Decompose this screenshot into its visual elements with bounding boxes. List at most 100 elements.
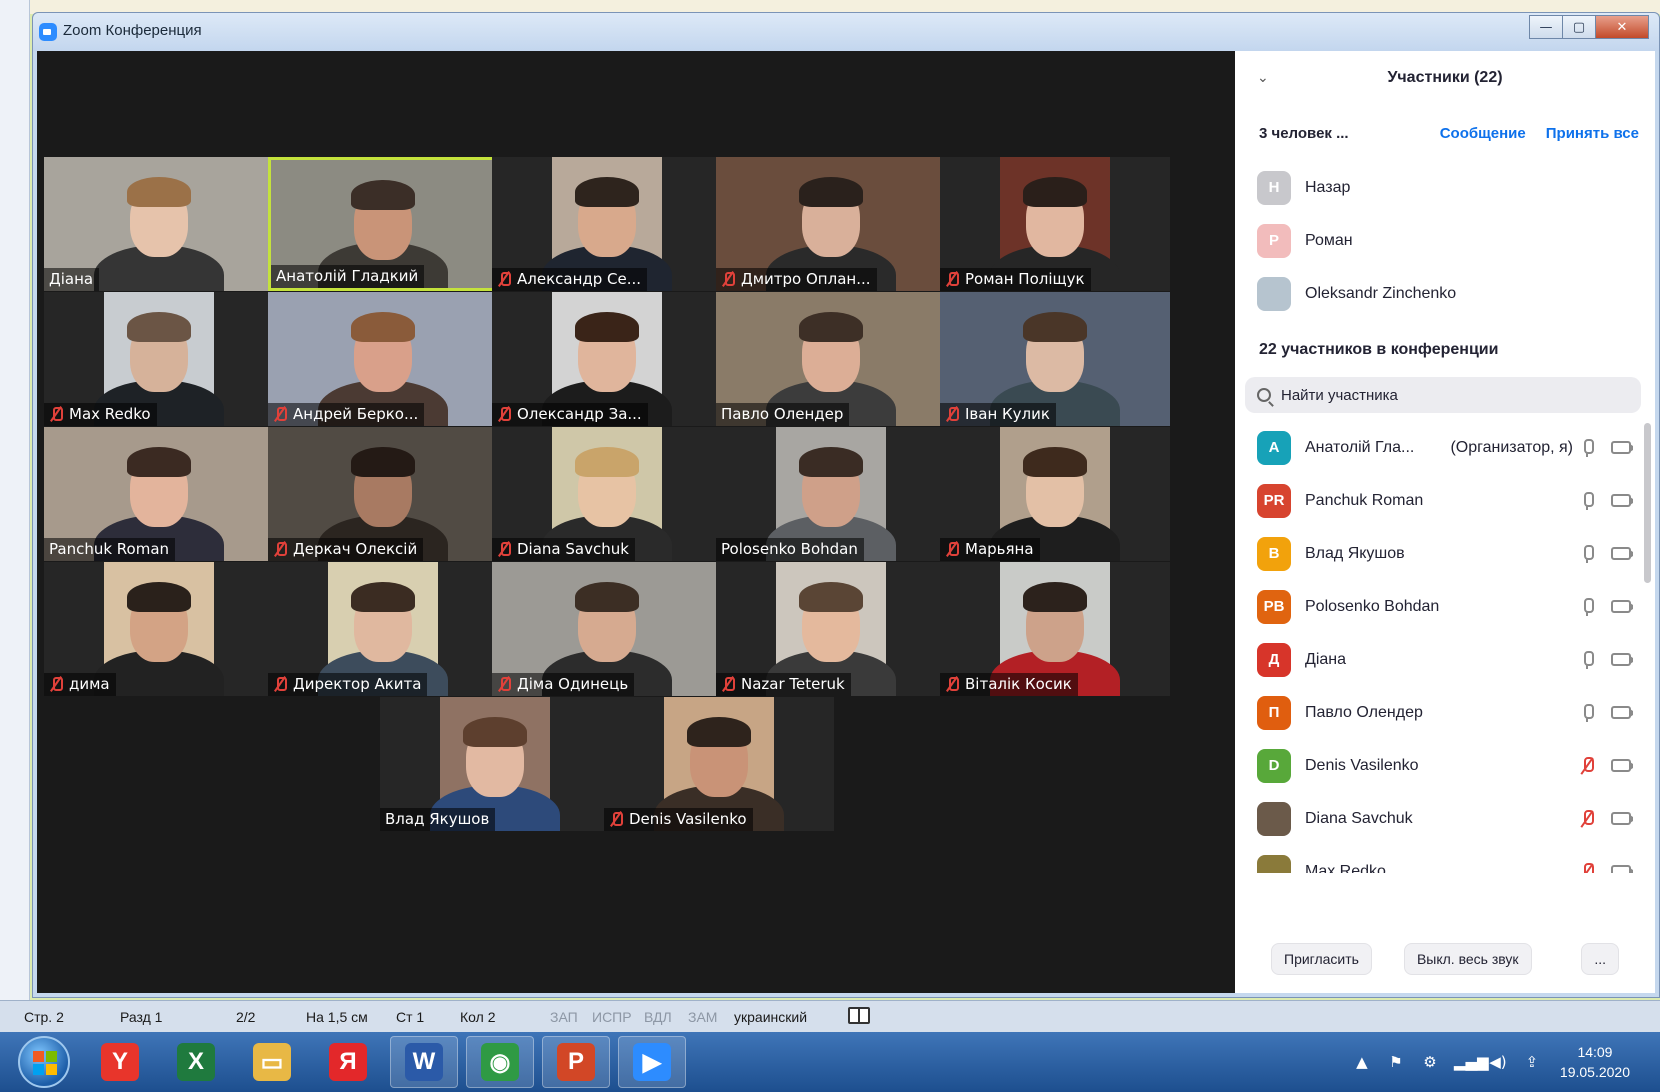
- camera-icon[interactable]: [1611, 547, 1633, 560]
- video-tile[interactable]: Іван Кулик: [940, 292, 1170, 426]
- admit-all-button[interactable]: Принять все: [1546, 125, 1639, 142]
- excel-taskbar-button[interactable]: X: [162, 1036, 230, 1088]
- camera-icon[interactable]: [1611, 706, 1633, 719]
- status-language[interactable]: украинский: [734, 1009, 807, 1025]
- video-tile[interactable]: Діма Одинець: [492, 562, 722, 696]
- waiting-row[interactable]: Oleksandr Zinchenko: [1257, 267, 1639, 320]
- muted-mic-icon[interactable]: [1581, 862, 1594, 873]
- person-hair: [351, 447, 415, 477]
- video-tile[interactable]: Denis Vasilenko: [604, 697, 834, 831]
- message-waiting-button[interactable]: Сообщение: [1440, 125, 1526, 142]
- video-tile[interactable]: Павло Олендер: [716, 292, 946, 426]
- video-tile[interactable]: Роман Поліщук: [940, 157, 1170, 291]
- video-tile[interactable]: Александр Се...: [492, 157, 722, 291]
- status-position[interactable]: На 1,5 см: [306, 1009, 368, 1025]
- mic-icon[interactable]: [1581, 438, 1594, 457]
- yandex-taskbar-button[interactable]: Я: [314, 1036, 382, 1088]
- participant-row[interactable]: Д Діана: [1257, 633, 1633, 686]
- background-word-window: [0, 0, 30, 1010]
- video-tile[interactable]: Анатолій Гладкий: [268, 157, 498, 291]
- mic-icon[interactable]: [1581, 544, 1594, 563]
- start-button[interactable]: [18, 1036, 70, 1088]
- status-extend[interactable]: ВДЛ: [644, 1009, 672, 1025]
- network-signal-icon[interactable]: ▂▄▆: [1454, 1053, 1489, 1071]
- mic-icon[interactable]: [1581, 597, 1594, 616]
- video-tile[interactable]: Директор Акита: [268, 562, 498, 696]
- search-icon: [1257, 388, 1271, 402]
- chrome-taskbar-button[interactable]: ◉: [466, 1036, 534, 1088]
- mic-icon[interactable]: [1581, 491, 1594, 510]
- search-participant-input[interactable]: Найти участника: [1245, 377, 1641, 413]
- waiting-row[interactable]: Р Роман: [1257, 214, 1639, 267]
- video-tile[interactable]: Віталік Косик: [940, 562, 1170, 696]
- video-tile[interactable]: Polosenko Bohdan: [716, 427, 946, 561]
- participant-row[interactable]: Diana Savchuk: [1257, 792, 1633, 845]
- status-overtype[interactable]: ЗАМ: [688, 1009, 717, 1025]
- language-icon[interactable]: ⇪: [1522, 1053, 1542, 1071]
- status-section[interactable]: Разд 1: [120, 1009, 162, 1025]
- status-page[interactable]: Стр. 2: [24, 1009, 64, 1025]
- device-icon[interactable]: ⚙: [1420, 1053, 1440, 1071]
- camera-icon[interactable]: [1611, 653, 1633, 666]
- video-tile[interactable]: Деркач Олексій: [268, 427, 498, 561]
- more-options-button[interactable]: ...: [1581, 943, 1619, 975]
- status-record[interactable]: ЗАП: [550, 1009, 578, 1025]
- clock[interactable]: 14:09 19.05.2020: [1560, 1042, 1630, 1082]
- mic-icon[interactable]: [1581, 650, 1594, 669]
- tile-name: Роман Поліщук: [965, 270, 1085, 288]
- status-line[interactable]: Ст 1: [396, 1009, 424, 1025]
- window-controls: — ▢ ✕: [1529, 15, 1649, 39]
- camera-icon[interactable]: [1611, 759, 1633, 772]
- video-tile[interactable]: Panchuk Roman: [44, 427, 274, 561]
- camera-icon[interactable]: [1611, 865, 1633, 873]
- avatar: [1257, 276, 1291, 311]
- video-tile[interactable]: Влад Якушов: [380, 697, 610, 831]
- camera-icon[interactable]: [1611, 441, 1633, 454]
- show-hidden-icons-icon[interactable]: ▲: [1352, 1053, 1372, 1071]
- participant-row[interactable]: PR Panchuk Roman: [1257, 474, 1633, 527]
- person-hair: [351, 180, 415, 210]
- title-bar[interactable]: Zoom Конференция — ▢ ✕: [33, 13, 1659, 51]
- zoom-taskbar-button[interactable]: ▶: [618, 1036, 686, 1088]
- participant-row[interactable]: А Анатолій Гла... (Организатор, я): [1257, 421, 1633, 474]
- video-tile[interactable]: Олександр За...: [492, 292, 722, 426]
- status-column[interactable]: Кол 2: [460, 1009, 495, 1025]
- minimize-button[interactable]: —: [1529, 15, 1563, 39]
- status-pages[interactable]: 2/2: [236, 1009, 255, 1025]
- video-tile[interactable]: Max Redko: [44, 292, 274, 426]
- word-taskbar-button[interactable]: W: [390, 1036, 458, 1088]
- file-explorer-taskbar-button[interactable]: ▭: [238, 1036, 306, 1088]
- spelling-book-icon[interactable]: [848, 1007, 870, 1024]
- video-tile[interactable]: Марьяна: [940, 427, 1170, 561]
- muted-mic-icon[interactable]: [1581, 756, 1594, 775]
- waiting-row[interactable]: Н Назар: [1257, 161, 1639, 214]
- video-tile[interactable]: Андрей Берко...: [268, 292, 498, 426]
- mic-icon[interactable]: [1581, 703, 1594, 722]
- volume-icon[interactable]: ◀): [1488, 1053, 1508, 1071]
- participant-row[interactable]: Max Redko: [1257, 845, 1633, 873]
- camera-icon[interactable]: [1611, 494, 1633, 507]
- powerpoint-taskbar-button[interactable]: P: [542, 1036, 610, 1088]
- participant-row[interactable]: П Павло Олендер: [1257, 686, 1633, 739]
- status-track-changes[interactable]: ИСПР: [592, 1009, 632, 1025]
- tile-name: Деркач Олексій: [293, 540, 418, 558]
- invite-button[interactable]: Пригласить: [1271, 943, 1372, 975]
- video-tile[interactable]: Diana Savchuk: [492, 427, 722, 561]
- participant-row[interactable]: D Denis Vasilenko: [1257, 739, 1633, 792]
- camera-icon[interactable]: [1611, 812, 1633, 825]
- yandex-browser-taskbar-button[interactable]: Y: [86, 1036, 154, 1088]
- video-tile[interactable]: Nazar Teteruk: [716, 562, 946, 696]
- camera-icon[interactable]: [1611, 600, 1633, 613]
- participant-row[interactable]: В Влад Якушов: [1257, 527, 1633, 580]
- panel-footer: Пригласить Выкл. весь звук ...: [1271, 943, 1619, 975]
- muted-mic-icon[interactable]: [1581, 809, 1594, 828]
- maximize-button[interactable]: ▢: [1562, 15, 1596, 39]
- close-button[interactable]: ✕: [1595, 15, 1649, 39]
- participant-list-scrollbar[interactable]: [1644, 423, 1651, 583]
- participant-row[interactable]: PB Polosenko Bohdan: [1257, 580, 1633, 633]
- action-center-icon[interactable]: ⚑: [1386, 1053, 1406, 1071]
- video-tile[interactable]: Дмитро Оплан...: [716, 157, 946, 291]
- mute-all-button[interactable]: Выкл. весь звук: [1403, 943, 1532, 975]
- video-tile[interactable]: Діана: [44, 157, 274, 291]
- video-tile[interactable]: дима: [44, 562, 274, 696]
